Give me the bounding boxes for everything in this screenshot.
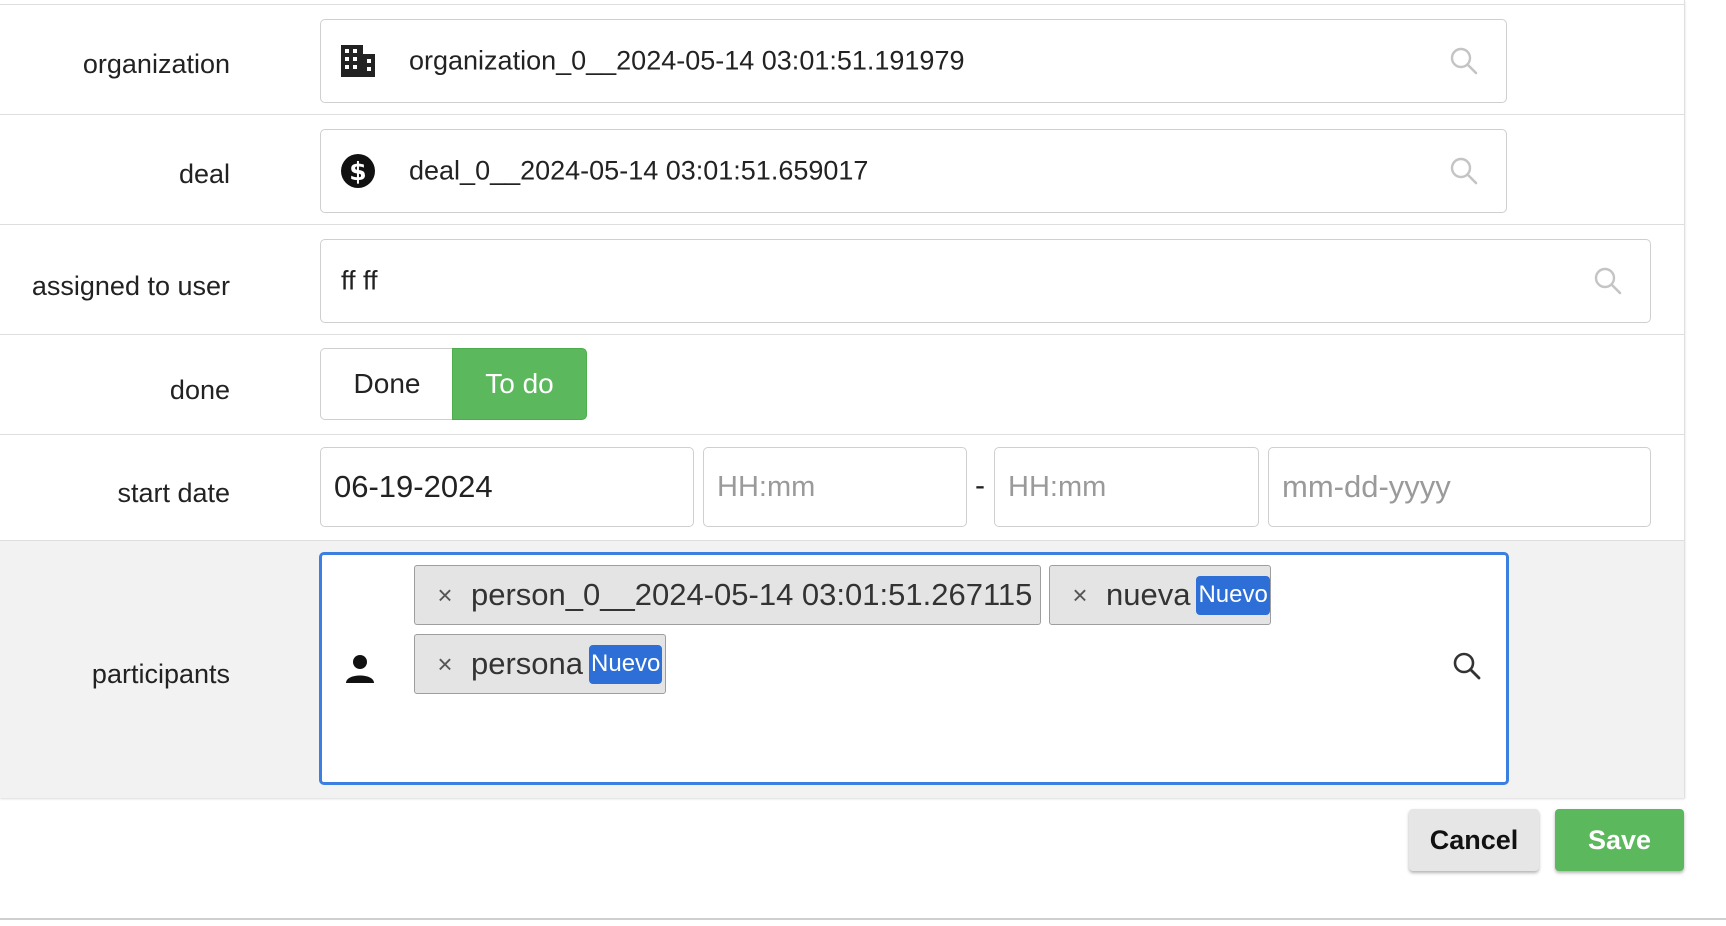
- todo-toggle-button[interactable]: To do: [452, 348, 587, 420]
- svg-text:$: $: [349, 157, 366, 186]
- end-date-placeholder: mm-dd-yyyy: [1282, 469, 1451, 504]
- participants-field[interactable]: × person_0__2024-05-14 03:01:51.267115 ×…: [319, 552, 1509, 785]
- done-row: [0, 334, 1684, 436]
- start-time-placeholder: HH:mm: [717, 470, 816, 503]
- deal-label: deal: [178, 159, 230, 189]
- assigned-to-user-label: assigned to user: [31, 271, 230, 301]
- deal-field[interactable]: $ deal_0__2024-05-14 03:01:51.659017: [320, 129, 1507, 213]
- participant-chip-label: person_0__2024-05-14 03:01:51.267115: [471, 577, 1033, 612]
- organization-value: organization_0__2024-05-14 03:01:51.1919…: [409, 45, 965, 76]
- assigned-to-user-row: assigned to user ff ff: [0, 224, 1684, 336]
- dollar-circle-icon: $: [339, 152, 377, 190]
- deal-value: deal_0__2024-05-14 03:01:51.659017: [409, 155, 869, 186]
- cancel-button[interactable]: Cancel: [1409, 809, 1539, 871]
- start-time-input[interactable]: HH:mm: [703, 447, 967, 527]
- building-icon: [339, 42, 377, 80]
- save-button-label: Save: [1587, 824, 1652, 855]
- assigned-to-user-value: ff ff: [341, 265, 378, 296]
- todo-toggle-label: To do: [485, 368, 554, 399]
- new-badge: Nuevo: [1196, 575, 1270, 615]
- save-button[interactable]: Save: [1555, 809, 1684, 871]
- done-toggle-button[interactable]: Done: [320, 348, 453, 420]
- participant-chip-label: persona: [471, 646, 584, 681]
- activity-form: organization organization_0__2024-05-14 …: [0, 0, 1685, 798]
- end-date-input[interactable]: mm-dd-yyyy: [1268, 447, 1651, 527]
- bottom-divider: [0, 918, 1726, 920]
- search-icon[interactable]: [1593, 266, 1623, 296]
- time-range-separator: -: [975, 469, 985, 502]
- assigned-to-user-field[interactable]: ff ff: [320, 239, 1651, 323]
- participant-chip-label: nueva: [1106, 577, 1191, 612]
- end-time-input[interactable]: HH:mm: [994, 447, 1259, 527]
- end-time-placeholder: HH:mm: [1008, 470, 1107, 503]
- search-icon[interactable]: [1449, 46, 1479, 76]
- organization-row: organization organization_0__2024-05-14 …: [0, 4, 1684, 116]
- search-icon[interactable]: [1452, 651, 1482, 681]
- participant-chip: × persona Nuevo: [414, 634, 666, 694]
- organization-label: organization: [82, 49, 230, 79]
- new-badge: Nuevo: [589, 644, 663, 684]
- organization-field[interactable]: organization_0__2024-05-14 03:01:51.1919…: [320, 19, 1507, 103]
- done-toggle-label: Done: [353, 368, 421, 399]
- start-date-label: start date: [117, 478, 230, 508]
- start-date-value: 06-19-2024: [334, 469, 493, 504]
- participant-chip: × nueva Nuevo: [1049, 565, 1271, 625]
- participants-label: participants: [91, 659, 230, 689]
- start-date-input[interactable]: 06-19-2024: [320, 447, 694, 527]
- cancel-button-label: Cancel: [1429, 824, 1519, 855]
- remove-participant-icon[interactable]: ×: [425, 580, 465, 611]
- person-icon: [344, 653, 376, 690]
- done-label: done: [169, 375, 230, 405]
- search-icon[interactable]: [1449, 156, 1479, 186]
- remove-participant-icon[interactable]: ×: [1060, 580, 1100, 611]
- deal-row: deal $ deal_0__2024-05-14 03:01:51.65901…: [0, 114, 1684, 226]
- participant-chip: × person_0__2024-05-14 03:01:51.267115: [414, 565, 1041, 625]
- remove-participant-icon[interactable]: ×: [425, 649, 465, 680]
